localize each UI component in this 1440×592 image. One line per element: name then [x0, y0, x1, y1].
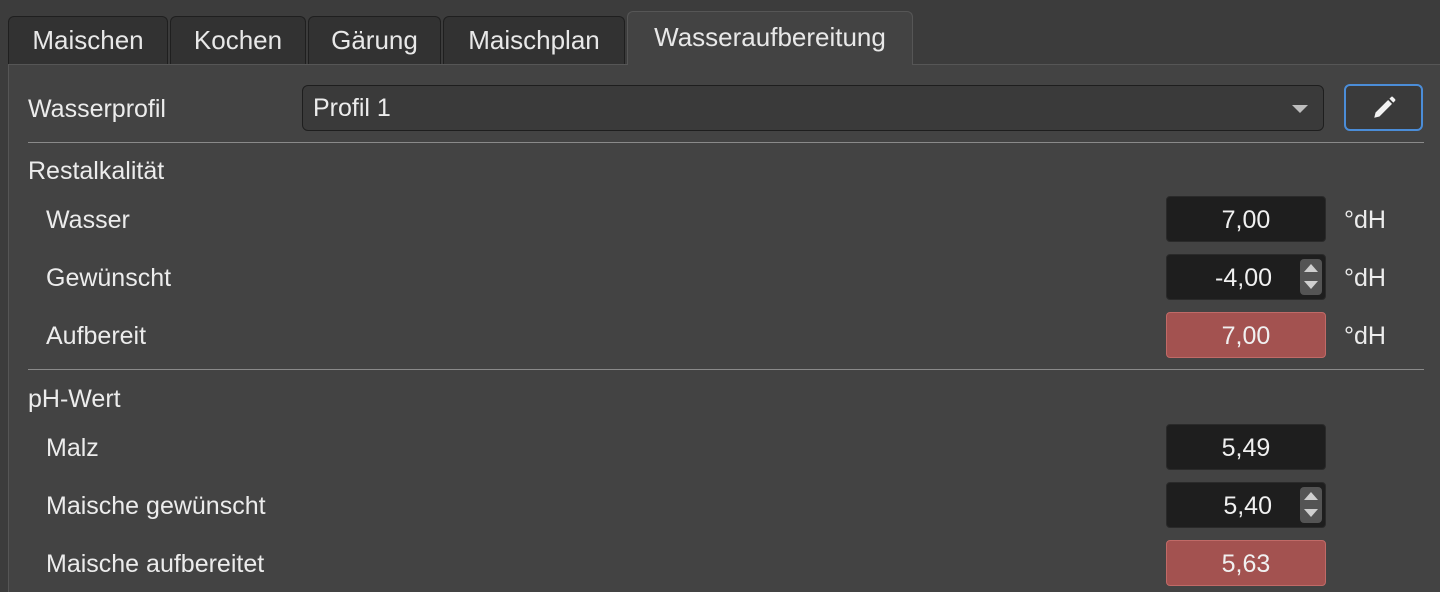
malz-ph-value: 5,49	[1166, 424, 1326, 470]
pencil-icon	[1373, 96, 1395, 118]
chevron-down-icon	[1292, 105, 1308, 113]
maische-gewuenscht-label: Maische gewünscht	[46, 492, 266, 520]
tab-bar: Maischen Kochen Gärung Maischplan Wasser…	[0, 0, 1440, 65]
aufbereit-restalkalitaet-text: 7,00	[1221, 322, 1271, 350]
malz-ph-text: 5,49	[1221, 434, 1271, 462]
wasser-label: Wasser	[46, 206, 130, 234]
gewuenscht-restalkalitaet-spinbox[interactable]: -4,00	[1166, 254, 1326, 300]
malz-label: Malz	[46, 434, 99, 462]
wasser-restalkalitaet-value: 7,00	[1166, 196, 1326, 242]
tab-maischplan[interactable]: Maischplan	[443, 16, 625, 64]
tab-maischen[interactable]: Maischen	[8, 16, 168, 64]
wasserprofil-selected-value: Profil 1	[313, 94, 391, 122]
arrow-up-icon[interactable]	[1304, 264, 1318, 272]
aufbereit-label: Aufbereit	[46, 322, 147, 350]
edit-profile-button[interactable]	[1344, 84, 1423, 131]
maische-gewuenscht-ph-spinbox[interactable]: 5,40	[1166, 482, 1326, 528]
unit-label: °dH	[1344, 322, 1386, 350]
arrow-down-icon[interactable]	[1304, 281, 1318, 289]
maische-aufbereitet-ph-value: 5,63	[1166, 540, 1326, 586]
tab-wasseraufbereitung[interactable]: Wasseraufbereitung	[627, 11, 913, 65]
tab-gaerung[interactable]: Gärung	[308, 16, 441, 64]
arrow-up-icon[interactable]	[1304, 492, 1318, 500]
maische-aufbereitet-label: Maische aufbereitet	[46, 550, 265, 578]
aufbereit-restalkalitaet-value: 7,00	[1166, 312, 1326, 358]
stepper-control[interactable]	[1300, 487, 1322, 523]
wasser-restalkalitaet-text: 7,00	[1221, 206, 1271, 234]
restalkalitaet-heading: Restalkalität	[28, 157, 165, 185]
gewuenscht-label: Gewünscht	[46, 264, 172, 292]
maische-gewuenscht-ph-text: 5,40	[1223, 492, 1272, 520]
maische-aufbereitet-ph-text: 5,63	[1221, 550, 1271, 578]
stepper-control[interactable]	[1300, 259, 1322, 295]
arrow-down-icon[interactable]	[1304, 509, 1318, 517]
ph-wert-heading: pH-Wert	[28, 385, 121, 413]
wasserprofil-select[interactable]: Profil 1	[302, 85, 1324, 131]
tab-kochen[interactable]: Kochen	[170, 16, 306, 64]
unit-label: °dH	[1344, 206, 1386, 234]
divider	[28, 369, 1424, 370]
unit-label: °dH	[1344, 264, 1386, 292]
gewuenscht-restalkalitaet-text: -4,00	[1215, 264, 1272, 292]
wasserprofil-label: Wasserprofil	[28, 95, 166, 123]
divider	[28, 142, 1424, 143]
